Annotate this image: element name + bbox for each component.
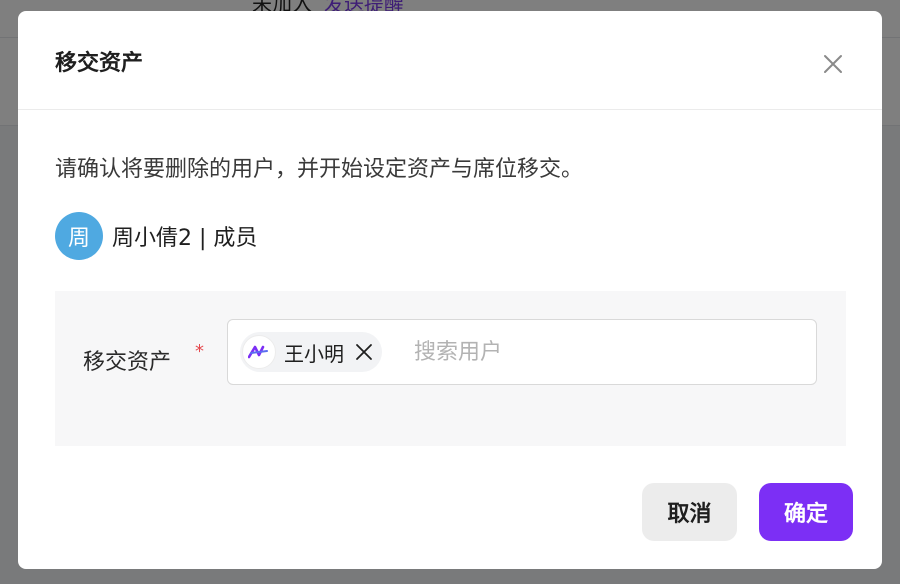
cancel-button[interactable]: 取消: [642, 483, 737, 541]
logo-icon: [242, 335, 276, 369]
selected-user-tag: 王小明: [240, 332, 382, 372]
dialog-header: 移交资产: [18, 11, 882, 110]
close-icon[interactable]: [822, 53, 844, 75]
confirm-button[interactable]: 确定: [759, 483, 853, 541]
transfer-assets-label: 移交资产: [83, 350, 172, 375]
dialog-description: 请确认将要删除的用户，并开始设定资产与席位移交。: [55, 157, 584, 182]
transfer-form-panel: 移交资产 * 王小明: [55, 291, 846, 446]
avatar: 周: [55, 212, 103, 260]
required-mark: *: [195, 341, 204, 362]
remove-tag-icon[interactable]: [354, 342, 374, 362]
user-name-role: 周小倩2 | 成员: [112, 226, 258, 251]
user-to-delete: 周 周小倩2 | 成员: [55, 212, 257, 260]
transfer-assets-dialog: 移交资产 请确认将要删除的用户，并开始设定资产与席位移交。 周 周小倩2 | 成…: [18, 11, 882, 569]
user-select[interactable]: 王小明: [227, 319, 817, 385]
search-user-input[interactable]: [414, 339, 714, 365]
selected-user-name: 王小明: [284, 341, 344, 366]
dialog-title: 移交资产: [55, 51, 144, 76]
